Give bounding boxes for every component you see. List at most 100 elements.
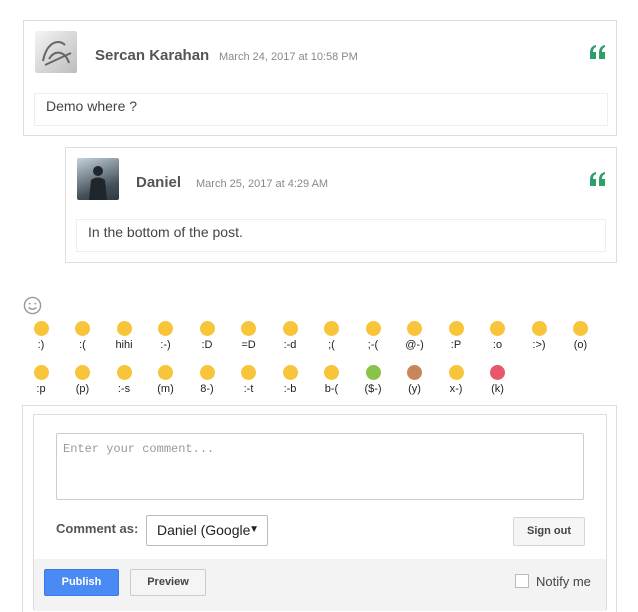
emoji-item[interactable]: :(: [65, 321, 101, 351]
emoji-icon[interactable]: [75, 365, 90, 380]
emoji-code: (m): [157, 383, 174, 395]
emoji-item[interactable]: 8-): [189, 365, 225, 395]
emoji-item[interactable]: :P: [438, 321, 474, 351]
emoji-code: :o: [492, 339, 503, 351]
comment-form: Enter your comment... Comment as: Daniel…: [33, 414, 607, 611]
emoji-code: :(: [79, 339, 86, 351]
avatar-soldier-icon: [89, 166, 107, 200]
emoji-icon[interactable]: [282, 365, 298, 380]
emoji-item[interactable]: :-): [148, 321, 184, 351]
emoji-icon[interactable]: [158, 321, 173, 336]
quote-icon[interactable]: [590, 45, 606, 59]
emoji-code: @-): [405, 339, 424, 351]
avatar: [35, 31, 77, 73]
emoji-item[interactable]: (p): [65, 365, 101, 395]
emoji-icon[interactable]: [324, 321, 339, 336]
emoji-icon[interactable]: [158, 365, 173, 380]
emoji-icon[interactable]: [199, 321, 215, 336]
emoji-item[interactable]: ;(: [314, 321, 350, 351]
emoji-item[interactable]: :-t: [231, 365, 267, 395]
emoji-item[interactable]: :D: [189, 321, 225, 351]
identity-select-value: Daniel (Google: [157, 522, 251, 538]
emoji-code: :D: [201, 339, 213, 351]
emoji-item[interactable]: hihi: [106, 321, 142, 351]
emoji-code: b-(: [324, 383, 339, 395]
emoji-code: :-): [160, 339, 171, 351]
emoji-code: :-t: [243, 383, 254, 395]
emoji-code: :): [37, 339, 45, 351]
emoji-icon[interactable]: [33, 365, 49, 380]
emoji-icon[interactable]: [407, 321, 422, 336]
emoji-code: x-): [449, 383, 463, 395]
emoji-icon[interactable]: [241, 365, 256, 380]
emoji-item[interactable]: x-): [438, 365, 474, 395]
emoji-icon[interactable]: [365, 365, 381, 380]
emoji-icon[interactable]: [324, 365, 339, 380]
emoji-item[interactable]: :): [23, 321, 59, 351]
identity-select[interactable]: Daniel (Google ▼: [146, 515, 268, 546]
emoji-code: :p: [36, 383, 46, 395]
checkbox-icon[interactable]: [515, 574, 529, 588]
comment-form-footer: Publish Preview Notify me: [34, 559, 606, 611]
emoji-code: :-d: [283, 339, 297, 351]
comment-author[interactable]: Daniel: [136, 174, 181, 191]
emoji-icon[interactable]: [241, 321, 256, 336]
emoji-item[interactable]: :p: [23, 365, 59, 395]
emoji-icon[interactable]: [199, 365, 215, 380]
comment-date[interactable]: March 25, 2017 at 4:29 AM: [196, 178, 328, 190]
emoji-icon[interactable]: [365, 321, 381, 336]
emoji-code: (k): [491, 383, 504, 395]
emoji-icon[interactable]: [573, 321, 588, 336]
notify-me-label: Notify me: [536, 574, 591, 589]
emoji-icon[interactable]: [116, 321, 132, 336]
emoji-icon[interactable]: [282, 321, 298, 336]
emoji-item[interactable]: (k): [480, 365, 516, 395]
emoji-icon[interactable]: [33, 321, 49, 336]
emoji-item[interactable]: =D: [231, 321, 267, 351]
comment-date[interactable]: March 24, 2017 at 10:58 PM: [219, 51, 358, 63]
quote-icon[interactable]: [590, 172, 606, 186]
emoji-code: ;-(: [367, 339, 379, 351]
sign-out-button[interactable]: Sign out: [513, 517, 585, 546]
emoji-code: 8-): [200, 383, 214, 395]
emoji-code: :-s: [117, 383, 131, 395]
comment-body: In the bottom of the post.: [76, 219, 606, 252]
emoji-item[interactable]: ;-(: [355, 321, 391, 351]
emoji-item[interactable]: :-s: [106, 365, 142, 395]
smiley-icon[interactable]: [23, 296, 42, 315]
emoji-code: =D: [241, 339, 256, 351]
emoji-icon[interactable]: [531, 321, 547, 336]
emoji-item[interactable]: (o): [563, 321, 599, 351]
comment-as-label: Comment as:: [56, 521, 139, 536]
emoji-item[interactable]: :-b: [272, 365, 308, 395]
comment: Sercan Karahan March 24, 2017 at 10:58 P…: [23, 20, 617, 136]
emoji-icon[interactable]: [490, 321, 505, 336]
emoji-item[interactable]: :o: [480, 321, 516, 351]
comment-input[interactable]: Enter your comment...: [56, 433, 584, 500]
emoji-code: (y): [408, 383, 421, 395]
comment-reply: Daniel March 25, 2017 at 4:29 AM In the …: [65, 147, 617, 263]
emoji-icon[interactable]: [448, 365, 464, 380]
emoji-icon[interactable]: [75, 321, 90, 336]
emoji-code: (o): [573, 339, 588, 351]
publish-button[interactable]: Publish: [44, 569, 119, 596]
notify-me-checkbox[interactable]: Notify me: [515, 574, 591, 589]
emoji-icon[interactable]: [448, 321, 464, 336]
emoji-item[interactable]: :-d: [272, 321, 308, 351]
emoji-item[interactable]: :>): [521, 321, 557, 351]
dropdown-caret-icon: ▼: [249, 524, 259, 535]
comment-form-frame: Enter your comment... Comment as: Daniel…: [22, 405, 617, 612]
emoji-item[interactable]: (m): [148, 365, 184, 395]
emoji-icon[interactable]: [407, 365, 422, 380]
avatar: [77, 158, 119, 200]
comment-author[interactable]: Sercan Karahan: [95, 47, 209, 64]
emoji-item[interactable]: b-(: [314, 365, 350, 395]
emoji-item[interactable]: ($-): [355, 365, 391, 395]
preview-button[interactable]: Preview: [130, 569, 206, 596]
emoji-item[interactable]: @-): [397, 321, 433, 351]
emoji-item[interactable]: (y): [397, 365, 433, 395]
emoji-code: ;(: [328, 339, 335, 351]
emoji-icon[interactable]: [490, 365, 505, 380]
emoji-icon[interactable]: [116, 365, 132, 380]
emoji-code: hihi: [115, 339, 133, 351]
